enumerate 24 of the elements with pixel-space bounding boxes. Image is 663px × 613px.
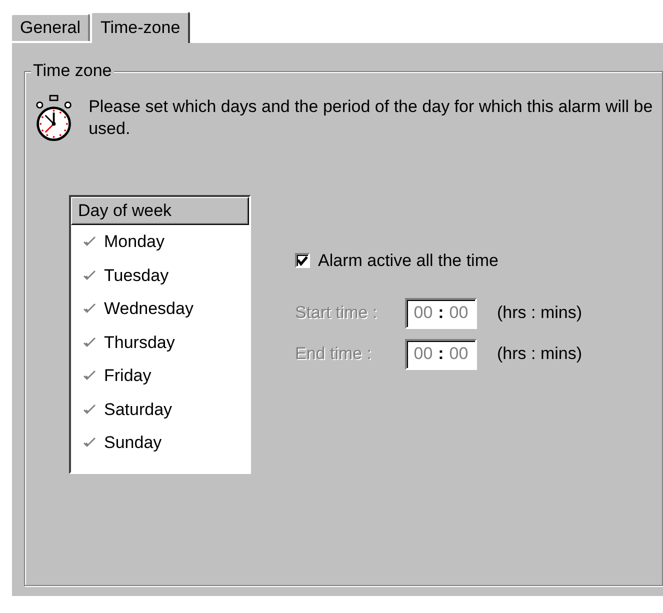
tab[interactable]: General xyxy=(10,13,90,41)
day-label: Wednesday xyxy=(104,298,194,320)
tab[interactable]: Time-zone xyxy=(90,11,190,43)
day-label: Tuesday xyxy=(104,264,169,286)
check-icon[interactable] xyxy=(83,303,96,314)
check-icon[interactable] xyxy=(83,370,96,382)
checkbox-label: Alarm active all the time xyxy=(318,250,498,272)
day-label: Sunday xyxy=(104,432,162,454)
description-text: Please set which days and the period of the day for which this alarm will be used. xyxy=(88,96,654,140)
check-icon[interactable] xyxy=(83,236,96,248)
unit-label: (hrs : mins) xyxy=(497,302,582,324)
check-icon[interactable] xyxy=(83,336,96,348)
day-label: Thursday xyxy=(104,332,175,354)
check-icon[interactable] xyxy=(83,437,96,448)
unit-label: (hrs : mins) xyxy=(497,343,582,366)
column-header[interactable]: Day of week xyxy=(71,197,249,225)
day-label: Friday xyxy=(104,365,152,387)
checkbox[interactable] xyxy=(295,253,310,268)
day-label: Saturday xyxy=(104,398,172,420)
field-label: Start time : xyxy=(295,302,378,324)
check-icon[interactable] xyxy=(83,404,96,415)
check-icon[interactable] xyxy=(83,270,96,281)
field-label: End time : xyxy=(295,343,373,366)
day-label: Monday xyxy=(104,231,164,253)
